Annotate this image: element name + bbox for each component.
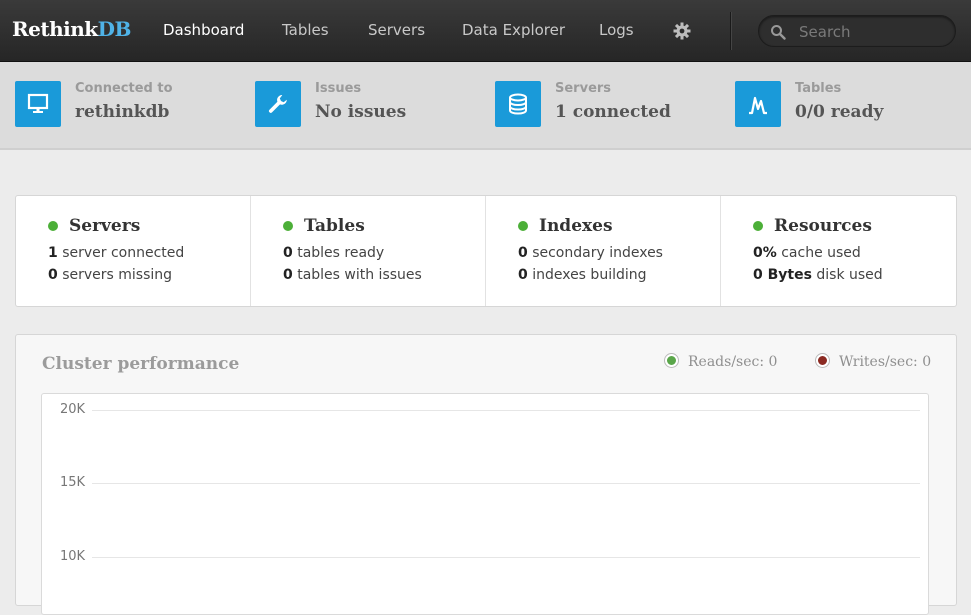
status-value: rethinkdb [75, 102, 170, 122]
nav-divider [730, 12, 732, 50]
search-input[interactable] [797, 21, 951, 43]
pulse-icon [735, 81, 781, 127]
nav-servers[interactable]: Servers [368, 21, 425, 39]
gridline [92, 557, 920, 558]
summary-title: Servers [69, 216, 141, 236]
gridline [92, 483, 920, 484]
status-label: Tables [795, 81, 842, 96]
top-navbar: RethinkDB Dashboard Tables Servers Data … [0, 0, 971, 62]
status-value: 0/0 ready [795, 102, 884, 122]
y-tick-label: 20K [60, 402, 86, 417]
search-box[interactable] [758, 15, 956, 47]
summary-line: 0% cache used [753, 245, 861, 261]
gridline [92, 410, 920, 411]
summary-resources: Resources 0% cache used 0 Bytes disk use… [721, 196, 955, 306]
summary-line: 0 servers missing [48, 267, 173, 283]
database-icon [495, 81, 541, 127]
performance-chart: 20K 15K 10K [41, 393, 929, 615]
nav-logs[interactable]: Logs [599, 21, 634, 39]
nav-data-explorer[interactable]: Data Explorer [462, 21, 565, 39]
summary-line: 0 tables with issues [283, 267, 422, 283]
monitor-icon [15, 81, 61, 127]
summary-title: Indexes [539, 216, 613, 236]
logo-text: Rethink [12, 17, 98, 41]
nav-dashboard[interactable]: Dashboard [163, 21, 244, 39]
search-icon [771, 25, 786, 40]
panel-title: Cluster performance [42, 354, 240, 374]
summary-title: Resources [774, 216, 872, 236]
summary-indexes: Indexes 0 secondary indexes 0 indexes bu… [486, 196, 721, 306]
legend-writes: Writes/sec: 0 [816, 353, 931, 370]
status-bar: Connected to rethinkdb Issues No issues … [0, 62, 971, 150]
cluster-performance-panel: Cluster performance Reads/sec: 0 Writes/… [15, 334, 957, 615]
status-value: 1 connected [555, 102, 671, 122]
logo-text-db: DB [97, 17, 132, 41]
reads-dot [665, 353, 678, 367]
summary-line: 0 tables ready [283, 245, 385, 261]
wrench-icon [255, 81, 301, 127]
status-value: No issues [315, 102, 407, 122]
y-tick-label: 10K [60, 549, 86, 564]
summary-title: Tables [304, 216, 365, 236]
rethinkdb-logo[interactable]: RethinkDB [12, 17, 131, 41]
summary-line: 0 Bytes disk used [753, 267, 883, 283]
summary-servers: Servers 1 server connected 0 servers mis… [16, 196, 251, 306]
summary-line: 0 indexes building [518, 267, 647, 283]
writes-dot [816, 353, 829, 367]
nav-tables[interactable]: Tables [282, 21, 329, 39]
cluster-summary-panel: Servers 1 server connected 0 servers mis… [15, 195, 957, 307]
status-label: Issues [315, 81, 362, 96]
status-label: Servers [555, 81, 612, 96]
summary-line: 0 secondary indexes [518, 245, 663, 261]
y-tick-label: 15K [60, 475, 86, 490]
legend-reads: Reads/sec: 0 [665, 353, 777, 370]
summary-tables: Tables 0 tables ready 0 tables with issu… [251, 196, 486, 306]
status-label: Connected to [75, 81, 173, 96]
gear-icon[interactable] [673, 22, 691, 40]
summary-line: 1 server connected [48, 245, 185, 261]
